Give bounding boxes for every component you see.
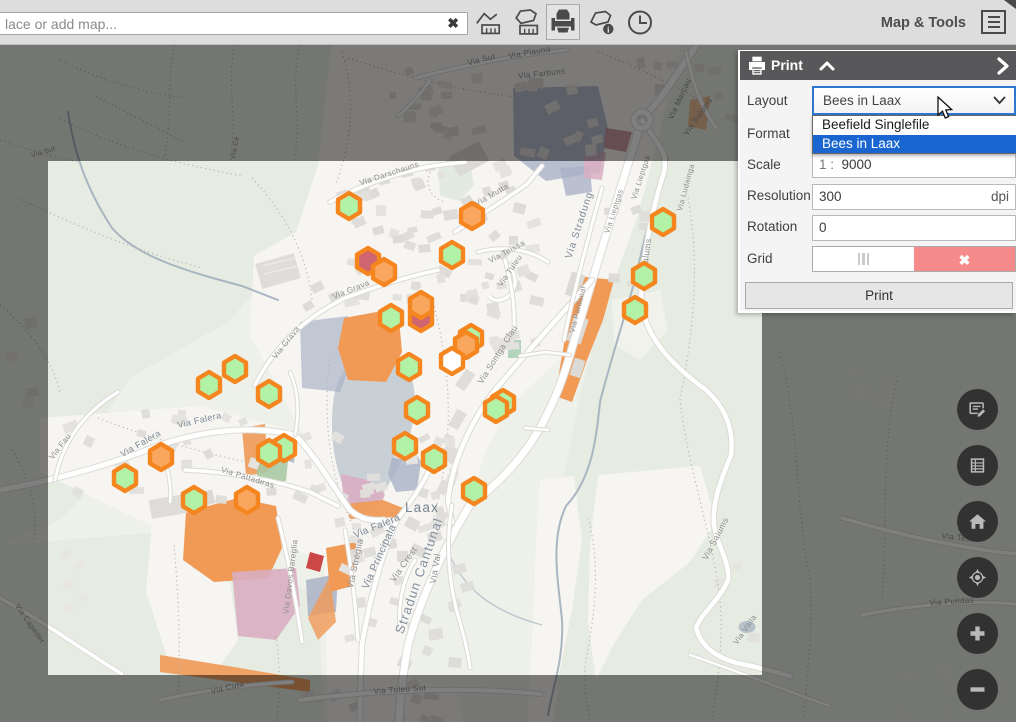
svg-text:Laax: Laax xyxy=(405,500,439,515)
